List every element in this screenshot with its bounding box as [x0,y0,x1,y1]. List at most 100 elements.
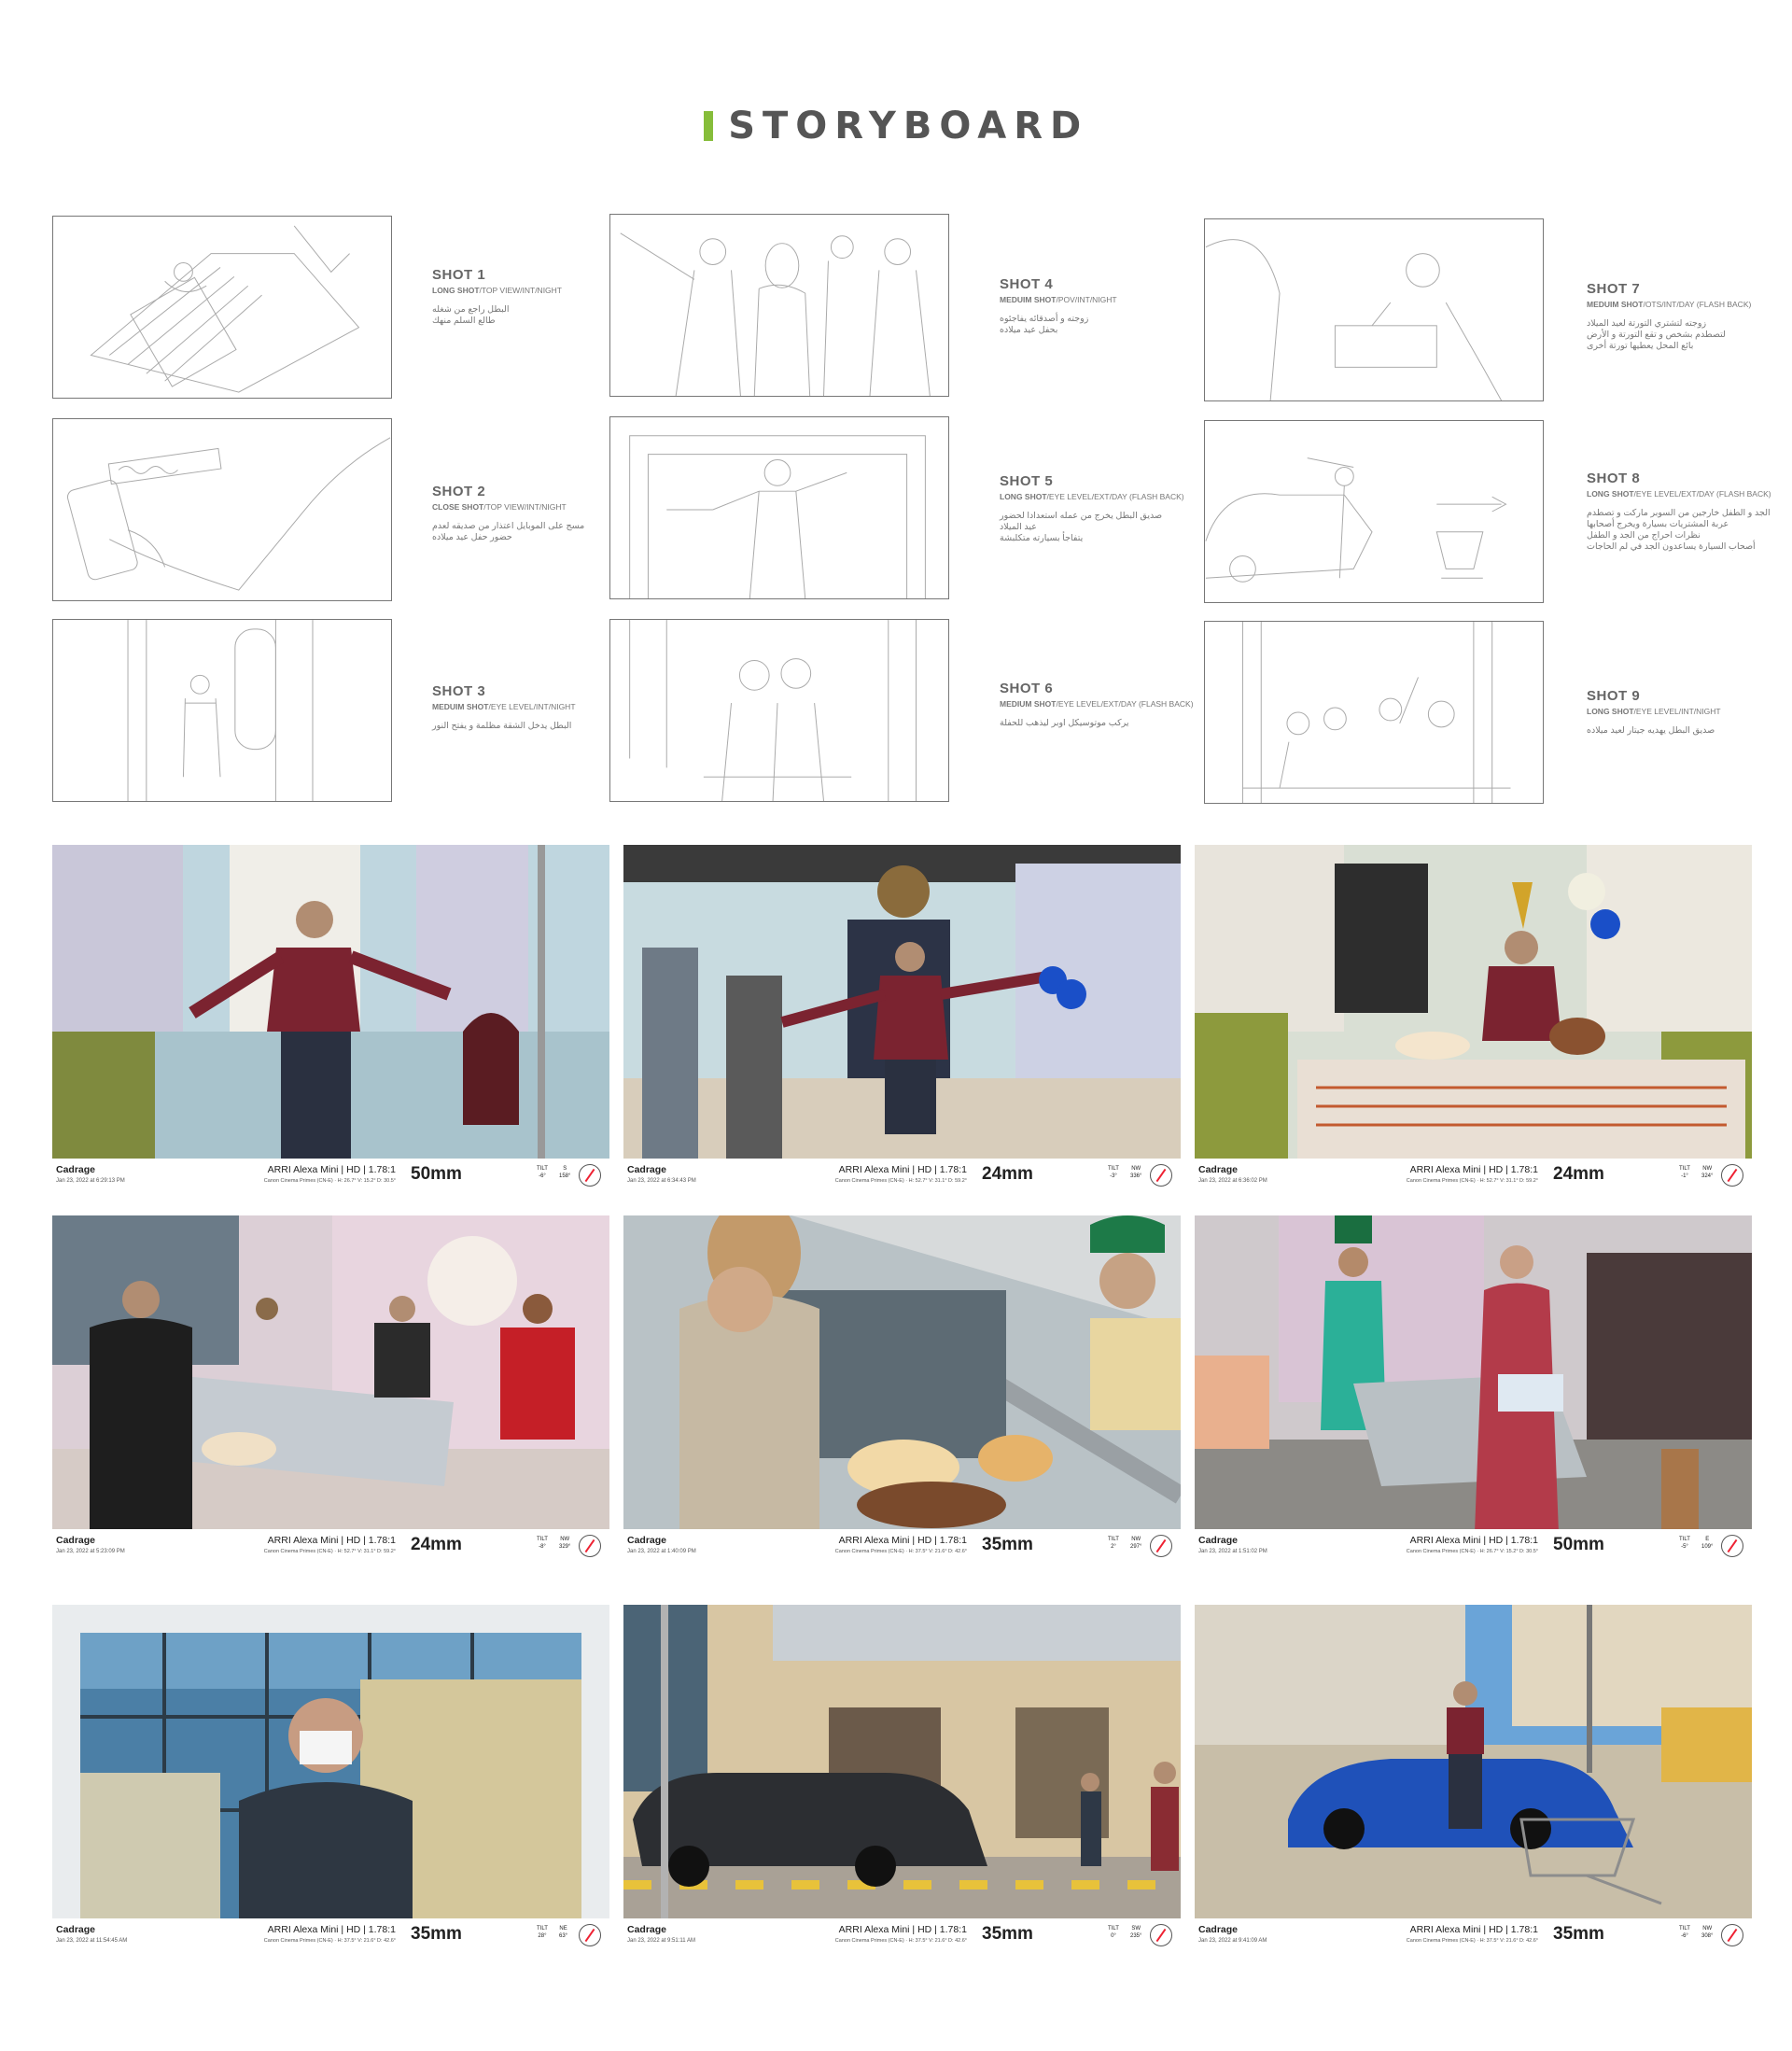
shot-caption-7: SHOT 7 MEDUIM SHOT/OTS/INT/DAY (FLASH BA… [1587,281,1792,352]
lens-info: Canon Cinema Primes (CN-E) · H: 37.5° V:… [834,1549,967,1554]
tilt-value: -3° [1110,1173,1117,1179]
photo-frame [623,845,1181,1159]
capture-datetime: Jan 23, 2022 at 1:40:09 PM [627,1549,696,1554]
camera-info: ARRI Alexa Mini | HD | 1.78:1 [1409,1164,1538,1175]
page-header: STORYBOARD [0,105,1792,148]
shot-number: SHOT 3 [432,683,486,699]
compass-icon [579,1164,601,1187]
shot-angle: /POV/INT/NIGHT [1056,295,1117,304]
cadrage-label: Cadrage [627,1535,667,1546]
photo-frame [52,1215,609,1529]
cadrage-label: Cadrage [627,1924,667,1935]
shot-angle: /TOP VIEW/INT/NIGHT [479,286,563,295]
photo-card-6: Cadrage Jan 23, 2022 at 1:51:02 PM ARRI A… [1195,1215,1752,1566]
photo-frame [623,1605,1181,1918]
tilt-value: 0° [1111,1932,1116,1939]
shot-angle: /EYE LEVEL/INT/NIGHT [488,702,576,711]
lens-info: Canon Cinema Primes (CN-E) · H: 52.7° V:… [263,1549,396,1554]
tilt-value: 28° [538,1932,547,1939]
photo-frame [1195,1605,1752,1918]
compass-degrees: 235° [1130,1932,1142,1939]
shot-type: MEDUIM SHOT [1000,295,1057,304]
shot-angle: /EYE LEVEL/EXT/DAY (FLASH BACK) [1046,492,1184,501]
compass-degrees: 308° [1701,1932,1714,1939]
tilt-label: TILT [1108,1926,1119,1932]
camera-metadata-bar: Cadrage Jan 23, 2022 at 9:51:11 AM ARRI A… [623,1918,1181,1956]
shot-description-line: بائع المحل يعطيها تورتة أخرى [1587,340,1694,351]
camera-info: ARRI Alexa Mini | HD | 1.78:1 [838,1164,967,1175]
title-accent-bar [703,111,713,141]
lens-info: Canon Cinema Primes (CN-E) · H: 37.5° V:… [834,1938,967,1944]
compass-icon [1721,1535,1743,1557]
photo-card-7: Cadrage Jan 23, 2022 at 11:54:45 AM ARRI … [52,1605,609,1956]
cadrage-label: Cadrage [56,1535,96,1546]
photo-card-9: Cadrage Jan 23, 2022 at 9:41:09 AM ARRI A… [1195,1605,1752,1956]
focal-length: 50mm [1553,1535,1604,1554]
lens-info: Canon Cinema Primes (CN-E) · H: 37.5° V:… [1406,1938,1538,1944]
focal-length: 50mm [411,1164,462,1184]
photo-card-1: Cadrage Jan 23, 2022 at 6:29:13 PM ARRI A… [52,845,609,1196]
photo-card-3: Cadrage Jan 23, 2022 at 6:36:02 PM ARRI A… [1195,845,1752,1196]
cadrage-label: Cadrage [56,1164,96,1175]
capture-datetime: Jan 23, 2022 at 9:41:09 AM [1198,1938,1267,1944]
shot-description-line: زوجته و أصدقائه يفاجئوه [1000,314,1089,324]
tilt-value: -1° [1681,1173,1688,1179]
capture-datetime: Jan 23, 2022 at 5:23:09 PM [56,1549,125,1554]
capture-datetime: Jan 23, 2022 at 1:51:02 PM [1198,1549,1267,1554]
shot-description-line: لتصطدم بشخص و تقع التورتة و الأرض [1587,329,1726,340]
shot-number: SHOT 1 [432,267,486,283]
tilt-label: TILT [1108,1537,1119,1542]
shot-type: MEDUIM SHOT [432,702,489,711]
compass-direction: NW [1702,1926,1713,1932]
focal-length: 24mm [982,1164,1033,1184]
photo-frame [1195,845,1752,1159]
compass-degrees: 329° [559,1543,571,1550]
camera-metadata-bar: Cadrage Jan 23, 2022 at 6:36:02 PM ARRI A… [1195,1159,1752,1196]
photo-frame [623,1215,1181,1529]
shot-type: CLOSE SHOT [432,502,484,512]
photo-frame [1195,1215,1752,1529]
lens-info: Canon Cinema Primes (CN-E) · H: 37.5° V:… [263,1938,396,1944]
compass-icon [1150,1535,1172,1557]
lens-info: Canon Cinema Primes (CN-E) · H: 52.7° V:… [834,1178,967,1184]
compass-degrees: 336° [1130,1173,1142,1179]
sketch-frame-shot-6 [609,619,949,802]
photo-card-4: Cadrage Jan 23, 2022 at 5:23:09 PM ARRI A… [52,1215,609,1566]
focal-length: 35mm [982,1535,1033,1554]
compass-direction: NW [1131,1537,1141,1542]
shot-angle: /OTS/INT/DAY (FLASH BACK) [1643,300,1752,309]
tilt-label: TILT [537,1537,548,1542]
sketch-frame-shot-3 [52,619,392,802]
camera-info: ARRI Alexa Mini | HD | 1.78:1 [1409,1535,1538,1546]
tilt-value: -8° [539,1543,546,1550]
compass-direction: NW [560,1537,570,1542]
shot-number: SHOT 8 [1587,471,1641,486]
shot-type: MEDIUM SHOT [1000,699,1057,709]
shot-description-line: زوجته لتشتري التورتة لعيد الميلاد [1587,318,1707,329]
lens-info: Canon Cinema Primes (CN-E) · H: 26.7° V:… [263,1178,396,1184]
compass-degrees: 109° [1701,1543,1714,1550]
shot-caption-6: SHOT 6 MEDIUM SHOT/EYE LEVEL/EXT/DAY (FL… [1000,681,1214,729]
camera-info: ARRI Alexa Mini | HD | 1.78:1 [838,1535,967,1546]
focal-length: 35mm [1553,1924,1604,1944]
photo-frame [52,845,609,1159]
capture-datetime: Jan 23, 2022 at 6:36:02 PM [1198,1178,1267,1184]
camera-metadata-bar: Cadrage Jan 23, 2022 at 6:34:43 PM ARRI A… [623,1159,1181,1196]
tilt-label: TILT [1679,1926,1690,1932]
shot-description-line: بحفل عيد ميلاده [1000,324,1058,335]
capture-datetime: Jan 23, 2022 at 6:29:13 PM [56,1178,125,1184]
tilt-label: TILT [1108,1166,1119,1172]
shot-type: MEDUIM SHOT [1587,300,1644,309]
photo-card-5: Cadrage Jan 23, 2022 at 1:40:09 PM ARRI A… [623,1215,1181,1566]
photo-frame [52,1605,609,1918]
focal-length: 35mm [411,1924,462,1944]
camera-metadata-bar: Cadrage Jan 23, 2022 at 11:54:45 AM ARRI … [52,1918,609,1956]
shot-caption-9: SHOT 9 LONG SHOT/EYE LEVEL/INT/NIGHT صدي… [1587,688,1792,737]
tilt-value: -6° [1681,1932,1688,1939]
tilt-value: -5° [1681,1543,1688,1550]
cadrage-label: Cadrage [56,1924,96,1935]
shot-caption-8: SHOT 8 LONG SHOT/EYE LEVEL/EXT/DAY (FLAS… [1587,471,1792,553]
shot-description-line: الجد و الطفل خارجين من السوبر ماركت و تص… [1587,508,1771,518]
tilt-value: -6° [539,1173,546,1179]
compass-icon [1721,1164,1743,1187]
